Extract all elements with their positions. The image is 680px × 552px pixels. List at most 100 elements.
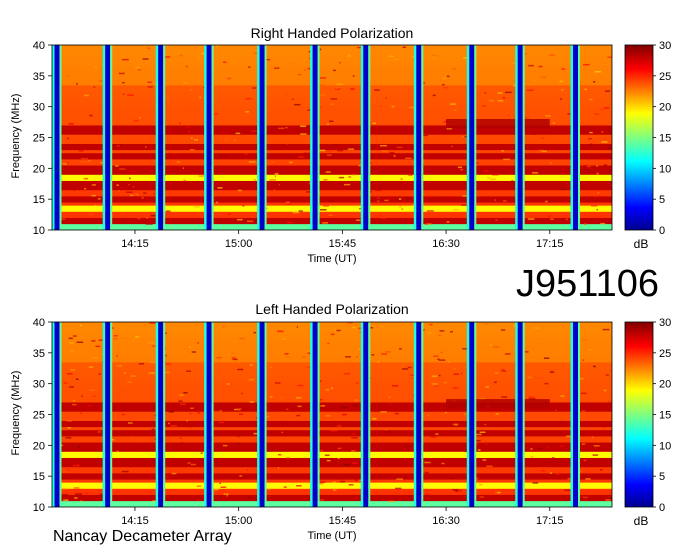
heatmap-cell xyxy=(223,61,227,64)
heatmap-cell xyxy=(95,340,98,342)
calibration-gap xyxy=(54,322,60,507)
spectrogram-plot xyxy=(51,321,613,508)
heatmap-row xyxy=(52,85,612,89)
heatmap-cell xyxy=(284,353,289,355)
heatmap-row xyxy=(52,355,612,360)
heatmap-cell xyxy=(239,337,245,340)
heatmap-cell xyxy=(119,168,126,170)
heatmap-cell xyxy=(319,499,325,501)
calibration-gap xyxy=(206,45,212,230)
heatmap-cell xyxy=(352,433,357,435)
y-tick-label: 30 xyxy=(33,379,45,391)
heatmap-cell xyxy=(355,382,359,384)
heatmap-cell xyxy=(237,435,240,438)
heatmap-cell xyxy=(302,356,306,358)
heatmap-cell xyxy=(395,487,402,490)
heatmap-cell xyxy=(342,413,347,416)
heatmap-cell xyxy=(183,392,188,394)
x-tick-label: 15:45 xyxy=(329,238,357,250)
heatmap-cell xyxy=(607,56,612,58)
heatmap-cell xyxy=(330,429,338,432)
heatmap-cell xyxy=(479,496,484,498)
gap-edge xyxy=(257,322,260,507)
colorbar-unit: dB xyxy=(634,237,649,251)
heatmap-row xyxy=(52,57,612,61)
heatmap-cell xyxy=(69,342,74,344)
heatmap-cell xyxy=(479,431,486,434)
heatmap-cell xyxy=(135,336,140,338)
heatmap-cell xyxy=(78,150,84,152)
heatmap-cell xyxy=(603,107,610,109)
heatmap-cell xyxy=(281,338,286,340)
gap-edge xyxy=(578,322,581,507)
heatmap-cell xyxy=(250,364,253,366)
heatmap-cell xyxy=(61,493,68,496)
heatmap-cell xyxy=(424,471,429,474)
heatmap-cell xyxy=(190,137,193,139)
heatmap-cell xyxy=(406,152,409,155)
heatmap-cell xyxy=(402,46,406,49)
heatmap-cell xyxy=(91,194,97,197)
y-tick-label: 10 xyxy=(33,502,45,514)
heatmap-cell xyxy=(222,326,225,328)
heatmap-cell xyxy=(268,488,271,491)
heatmap-cell xyxy=(331,387,333,389)
heatmap-cell xyxy=(142,58,149,60)
heatmap-cell xyxy=(253,331,256,334)
heatmap-cell xyxy=(481,105,487,107)
heatmap-cell xyxy=(321,338,323,341)
colorbar-tick-label: 15 xyxy=(659,410,671,422)
heatmap-cell xyxy=(428,195,433,198)
heatmap-cell xyxy=(124,372,127,374)
heatmap-cell xyxy=(190,88,192,91)
heatmap-cell xyxy=(135,66,140,69)
heatmap-cell xyxy=(453,373,459,375)
heatmap-row xyxy=(52,69,612,74)
heatmap-cell xyxy=(247,496,252,499)
heatmap-row xyxy=(52,220,612,225)
colorbar-tick-label: 25 xyxy=(659,71,671,83)
heatmap-cell xyxy=(388,500,394,503)
gap-edge xyxy=(360,45,364,230)
heatmap-cell xyxy=(376,200,380,202)
heatmap-row xyxy=(52,365,612,369)
heatmap-cell xyxy=(583,223,587,226)
y-axis-label: Frequency (MHz) xyxy=(10,371,22,456)
heatmap-cell xyxy=(335,87,339,89)
calibration-gap xyxy=(312,45,318,230)
heatmap-cell xyxy=(242,205,245,207)
heatmap-cell xyxy=(185,65,189,68)
heatmap-cell xyxy=(63,470,70,473)
gap-edge xyxy=(257,45,260,230)
heatmap-cell xyxy=(540,469,546,472)
heatmap-cell xyxy=(167,422,170,425)
heatmap-row xyxy=(52,389,612,394)
heatmap-cell xyxy=(196,485,202,487)
heatmap-cell xyxy=(319,149,326,152)
heatmap-cell xyxy=(337,149,344,152)
heatmap-cell xyxy=(375,189,382,192)
heatmap-cell xyxy=(355,219,361,221)
y-tick-label: 40 xyxy=(33,40,45,52)
colorbar-tick-label: 5 xyxy=(659,471,665,483)
colorbar-tick-label: 15 xyxy=(659,133,671,145)
calibration-gap xyxy=(517,322,523,507)
x-tick-label: 17:15 xyxy=(536,515,564,527)
heatmap-cell xyxy=(178,400,183,402)
heatmap-cell xyxy=(63,382,68,384)
panel-title: Right Handed Polarization xyxy=(251,25,414,41)
y-tick-label: 35 xyxy=(33,348,45,360)
heatmap-cell xyxy=(72,335,77,337)
x-tick-label: 15:00 xyxy=(225,515,253,527)
heatmap-row xyxy=(52,112,612,117)
heatmap-cell xyxy=(330,103,335,106)
gap-edge xyxy=(474,45,477,230)
calibration-gap xyxy=(54,45,60,230)
heatmap-cell xyxy=(326,459,331,462)
heatmap-row xyxy=(52,368,612,372)
heatmap-row xyxy=(52,383,612,388)
gap-edge xyxy=(578,45,581,230)
heatmap-cell xyxy=(222,444,228,447)
heatmap-cell xyxy=(130,194,134,197)
heatmap-row xyxy=(52,346,612,351)
